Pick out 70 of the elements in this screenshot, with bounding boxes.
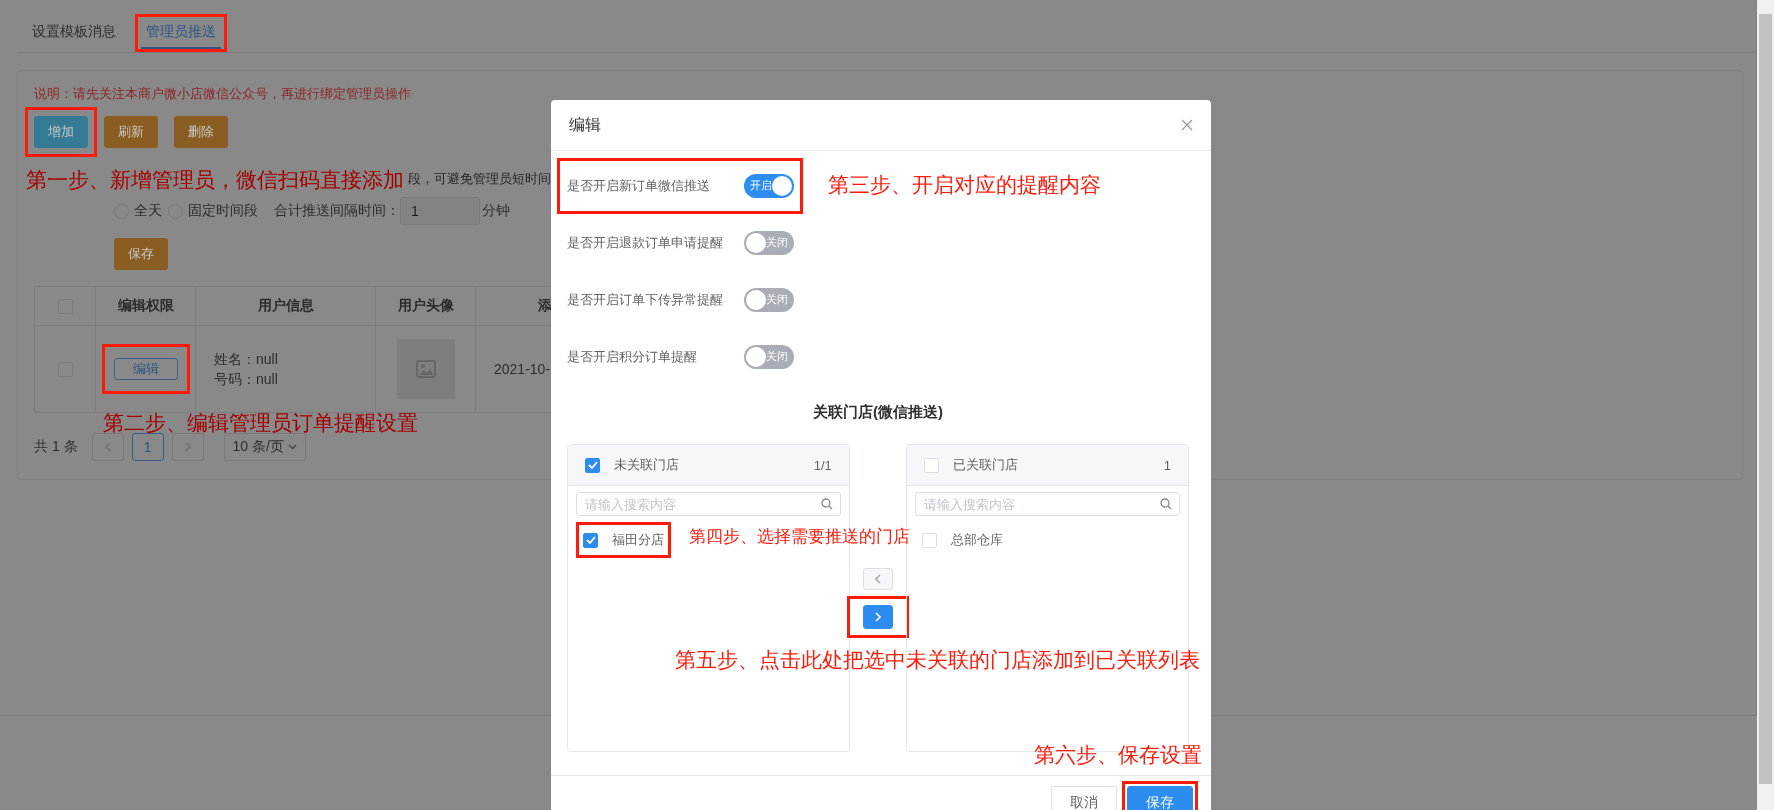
chevron-left-icon — [875, 573, 881, 584]
search-field[interactable]: 请输入搜索内容 — [576, 492, 841, 516]
check-icon — [587, 461, 598, 469]
chevron-right-icon — [184, 442, 191, 452]
caret-icon — [287, 444, 297, 450]
move-right-button[interactable] — [863, 604, 893, 629]
notice-text: 说明：请先关注本商户微小店微信公众号，再进行绑定管理员操作 — [34, 85, 412, 103]
toolbar-button[interactable]: 删除 — [174, 116, 228, 148]
annotation-text: 第二步、编辑管理员订单提醒设置 — [103, 410, 418, 436]
toggle-switch[interactable]: 关闭 — [744, 344, 794, 369]
page-size-select[interactable]: 10 条/页 — [223, 433, 306, 461]
toggle-switch[interactable]: 关闭 — [744, 230, 794, 255]
annotation-text: 第三步、开启对应的提醒内容 — [828, 172, 1101, 198]
save-button[interactable]: 保存 — [114, 238, 168, 270]
close-button[interactable] — [1181, 119, 1193, 131]
cancel-button[interactable]: 取消 — [1051, 786, 1117, 810]
save-button[interactable]: 保存 — [1127, 786, 1193, 810]
switch-label: 是否开启积分订单提醒 — [567, 347, 698, 366]
dialog-title: 编辑 — [569, 114, 601, 135]
chevron-left-icon — [104, 442, 111, 452]
column-header: 用户信息 — [257, 297, 314, 315]
search-icon — [820, 498, 833, 510]
section-title: 关联门店(微信推送) — [812, 402, 944, 422]
annotation-text: 第六步、保存设置 — [1034, 742, 1202, 768]
annotation-text: 第五步、点击此处把选中未关联的门店添加到已关联列表 — [675, 647, 1200, 673]
tab[interactable]: 设置模板消息 — [27, 17, 121, 49]
switch-label: 是否开启新订单微信推送 — [567, 176, 711, 195]
total-count: 共 1 条 — [34, 438, 78, 456]
edit-button[interactable]: 编辑 — [113, 358, 178, 380]
image-icon — [415, 360, 436, 378]
item-count: 1 — [1163, 457, 1171, 473]
date-text: 2021-10- — [494, 361, 551, 377]
toggle-switch[interactable]: 关闭 — [744, 287, 794, 312]
toolbar-button[interactable]: 刷新 — [104, 116, 158, 148]
column-header: 添 — [538, 297, 552, 315]
next-page-button[interactable] — [171, 433, 204, 461]
scrollbar[interactable] — [1757, 0, 1774, 810]
add-button[interactable]: 增加 — [34, 116, 88, 148]
annotation-text: 第四步、选择需要推送的门店 — [689, 526, 910, 548]
move-left-button[interactable] — [863, 567, 893, 590]
switch-label: 是否开启订单下传异常提醒 — [567, 290, 724, 309]
panel-title: 已关联门店 — [953, 456, 1020, 474]
annotation-text: 第一步、新增管理员，微信扫码直接添加 — [26, 167, 404, 193]
user-info-text: 姓名：null — [214, 350, 278, 369]
previous-page-button[interactable] — [91, 433, 124, 461]
tab[interactable]: 管理员推送 — [141, 17, 221, 49]
toggle-switch[interactable]: 开启 — [744, 173, 794, 198]
search-field[interactable]: 请输入搜索内容 — [915, 492, 1180, 516]
interval-label: 合计推送间隔时间： — [274, 202, 400, 220]
item-label: 福田分店 — [612, 531, 664, 549]
column-header: 编辑权限 — [117, 297, 174, 315]
close-icon — [1181, 119, 1193, 131]
list-item[interactable]: 总部仓库 — [922, 531, 1004, 549]
chevron-right-icon — [875, 611, 881, 622]
radio-label: 全天 — [134, 202, 162, 220]
column-header: 用户头像 — [397, 297, 454, 315]
panel-title: 未关联门店 — [614, 456, 680, 474]
radio-label: 固定时间段 — [188, 202, 258, 220]
hint-text: 段，可避免管理员短时间 — [408, 170, 551, 188]
unit-label: 分钟 — [482, 202, 510, 220]
switch-label: 是否开启退款订单申请提醒 — [567, 233, 724, 252]
checkbox[interactable] — [585, 457, 600, 473]
user-info-text: 号码：null — [214, 370, 278, 389]
search-icon — [1160, 498, 1172, 510]
page-button[interactable]: 1 — [131, 433, 164, 461]
item-label: 总部仓库 — [951, 531, 1004, 549]
check-icon — [585, 536, 596, 544]
item-count: 1/1 — [813, 457, 832, 473]
list-item[interactable]: 福田分店 — [583, 531, 664, 549]
checkbox[interactable] — [583, 532, 598, 548]
